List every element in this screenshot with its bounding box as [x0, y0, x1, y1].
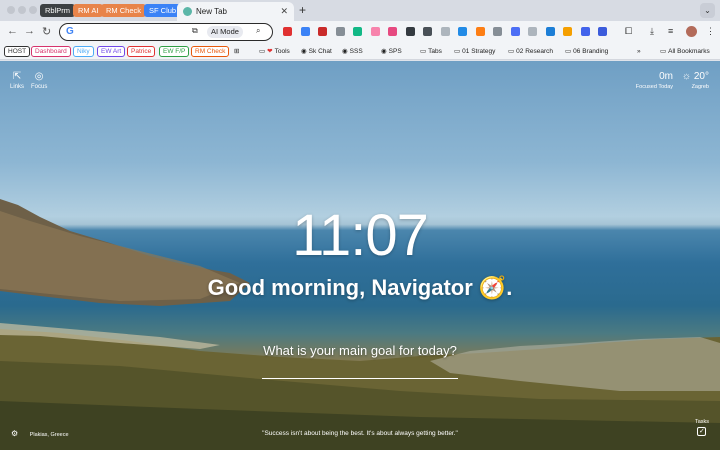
- extensions-puzzle-icon[interactable]: ⧠: [625, 26, 632, 37]
- heart-icon: ❤: [267, 48, 273, 55]
- extension-icon[interactable]: [318, 27, 327, 36]
- close-window-icon[interactable]: [7, 6, 15, 14]
- bookmark-patrice[interactable]: Patrice: [127, 46, 156, 57]
- address-bar[interactable]: G ⧉ AI Mode ⌕: [59, 23, 273, 41]
- extension-icon[interactable]: [580, 27, 590, 36]
- focused-value: 0m: [659, 71, 673, 82]
- clock: 11:07: [292, 203, 429, 268]
- tab-group-rblprm[interactable]: RblPrm: [40, 4, 76, 17]
- chatgpt-icon: ◉: [301, 48, 307, 55]
- tab-group-rm-check[interactable]: RM Check: [101, 4, 147, 17]
- main-goal-question: What is your main goal for today?: [263, 343, 457, 358]
- all-bookmarks[interactable]: ▭ All Bookmarks: [660, 46, 710, 57]
- folder-icon: ▭: [259, 48, 266, 55]
- bookmark-sss[interactable]: ◉ SSS: [342, 46, 363, 57]
- extension-icon[interactable]: [405, 27, 415, 36]
- address-input[interactable]: [80, 25, 190, 38]
- extension-icon[interactable]: [458, 27, 467, 36]
- momentum-favicon-icon: [183, 7, 192, 16]
- profile-avatar[interactable]: [686, 26, 697, 37]
- minimize-window-icon[interactable]: [18, 6, 26, 14]
- folder-icon: ▭: [660, 48, 667, 55]
- extension-icon[interactable]: [423, 27, 432, 36]
- forward-icon[interactable]: →: [24, 25, 35, 37]
- menu-icon[interactable]: ⋮: [706, 26, 715, 37]
- close-tab-icon[interactable]: ✕: [280, 2, 288, 21]
- cast-icon[interactable]: ⧉: [192, 26, 198, 36]
- bookmark-dashboard[interactable]: Dashboard: [31, 46, 71, 57]
- tab-group-rm-ai[interactable]: RM AI: [73, 4, 104, 17]
- chatgpt-icon: ◉: [342, 48, 348, 55]
- bookmark-niky[interactable]: Niky: [73, 46, 94, 57]
- extension-icon[interactable]: [370, 27, 380, 36]
- tab-strip: RblPrm RM AI RM Check SF Club New Tab ✕ …: [0, 0, 720, 21]
- ai-mode-label: AI Mode: [211, 27, 239, 36]
- greeting[interactable]: Good morning, Navigator 🧭.: [0, 275, 720, 301]
- folder-icon: ▭: [565, 48, 572, 55]
- bookmark-rm-check[interactable]: RM Check: [191, 46, 230, 57]
- links-button[interactable]: ⇱ Links: [10, 71, 24, 90]
- extension-icon[interactable]: [353, 27, 362, 36]
- extension-icon[interactable]: [300, 27, 310, 36]
- back-icon[interactable]: ←: [7, 25, 18, 37]
- bookmark-folder-strategy[interactable]: ▭ 01 Strategy: [454, 46, 495, 57]
- focused-today-widget[interactable]: 0m Focused Today: [636, 71, 673, 90]
- tasks-button[interactable]: Tasks ✓: [695, 419, 709, 436]
- bookmark-folder-research[interactable]: ▭ 02 Research: [508, 46, 553, 57]
- bookmarks-overflow-button[interactable]: »: [637, 46, 641, 57]
- new-tab-button[interactable]: +: [299, 3, 306, 17]
- reload-icon[interactable]: ↻: [42, 25, 51, 38]
- focused-label: Focused Today: [635, 84, 673, 90]
- folder-icon: ▭: [508, 48, 515, 55]
- extension-icon[interactable]: [545, 27, 555, 36]
- bookmarks-bar: HOST Dashboard Niky EW Art Patrice EW F/…: [0, 43, 720, 60]
- extension-icon[interactable]: [388, 27, 397, 36]
- toolbar: ← → ↻ G ⧉ AI Mode ⌕ ⧠ ⤓ ≡ ⋮: [0, 21, 720, 43]
- bookmark-folder-tabs[interactable]: ▭ Tabs: [420, 46, 442, 57]
- bookmark-sps[interactable]: ◉ SPS: [381, 46, 402, 57]
- bookmark-folder-branding[interactable]: ▭ 06 Branding: [565, 46, 608, 57]
- tab-new-tab[interactable]: New Tab ✕: [177, 2, 294, 21]
- sun-icon: ☼: [681, 71, 692, 82]
- extension-icon[interactable]: [510, 27, 520, 36]
- link-external-icon: ⇱: [12, 71, 22, 82]
- extension-icon[interactable]: [335, 27, 345, 36]
- download-icon[interactable]: ⤓: [650, 26, 654, 37]
- google-icon: G: [66, 26, 74, 37]
- search-icon[interactable]: ⌕: [256, 26, 260, 36]
- folder-icon: ▭: [454, 48, 461, 55]
- chatgpt-icon: ◉: [381, 48, 387, 55]
- extension-icon[interactable]: [440, 27, 450, 36]
- bookmark-host[interactable]: HOST: [4, 46, 31, 57]
- extension-icon[interactable]: [493, 27, 502, 36]
- focus-icon: ◎: [34, 71, 44, 82]
- extension-icon[interactable]: [475, 27, 485, 36]
- checkbox-icon: ✓: [697, 427, 707, 436]
- extension-icon[interactable]: [283, 27, 292, 36]
- tab-title: New Tab: [196, 7, 227, 16]
- extension-icon[interactable]: [598, 27, 607, 36]
- weather-city: Zagreb: [691, 84, 709, 90]
- maximize-window-icon[interactable]: [29, 6, 37, 14]
- tasks-label: Tasks: [694, 419, 709, 425]
- bookmark-sk-chat[interactable]: ◉ Sk Chat: [301, 46, 332, 57]
- daily-quote[interactable]: "Success isn't about being the best. It'…: [0, 430, 720, 437]
- extension-icon[interactable]: [563, 27, 572, 36]
- weather-widget[interactable]: ☼ 20° Zagreb: [682, 71, 709, 90]
- bookmark-ew-fp[interactable]: EW F/P: [159, 46, 190, 57]
- bookmark-ew-art[interactable]: EW Art: [97, 46, 126, 57]
- temperature: 20°: [693, 71, 709, 82]
- new-tab-page: ⇱ Links ◎ Focus 0m Focused Today ☼ 20° Z…: [0, 61, 720, 450]
- reading-list-icon[interactable]: ≡: [668, 26, 673, 36]
- extension-icon[interactable]: [528, 27, 537, 36]
- bookmark-tools[interactable]: ▭ ❤ Tools: [259, 46, 290, 57]
- main-goal-input[interactable]: [262, 365, 458, 379]
- apps-grid-icon[interactable]: ⊞: [234, 46, 239, 57]
- folder-icon: ▭: [420, 48, 427, 55]
- focus-button[interactable]: ◎ Focus: [31, 71, 47, 90]
- tab-group-sf-club[interactable]: SF Club: [144, 4, 182, 17]
- ai-mode-button[interactable]: AI Mode: [207, 26, 243, 38]
- tab-search-dropdown-button[interactable]: ⌄: [700, 3, 715, 18]
